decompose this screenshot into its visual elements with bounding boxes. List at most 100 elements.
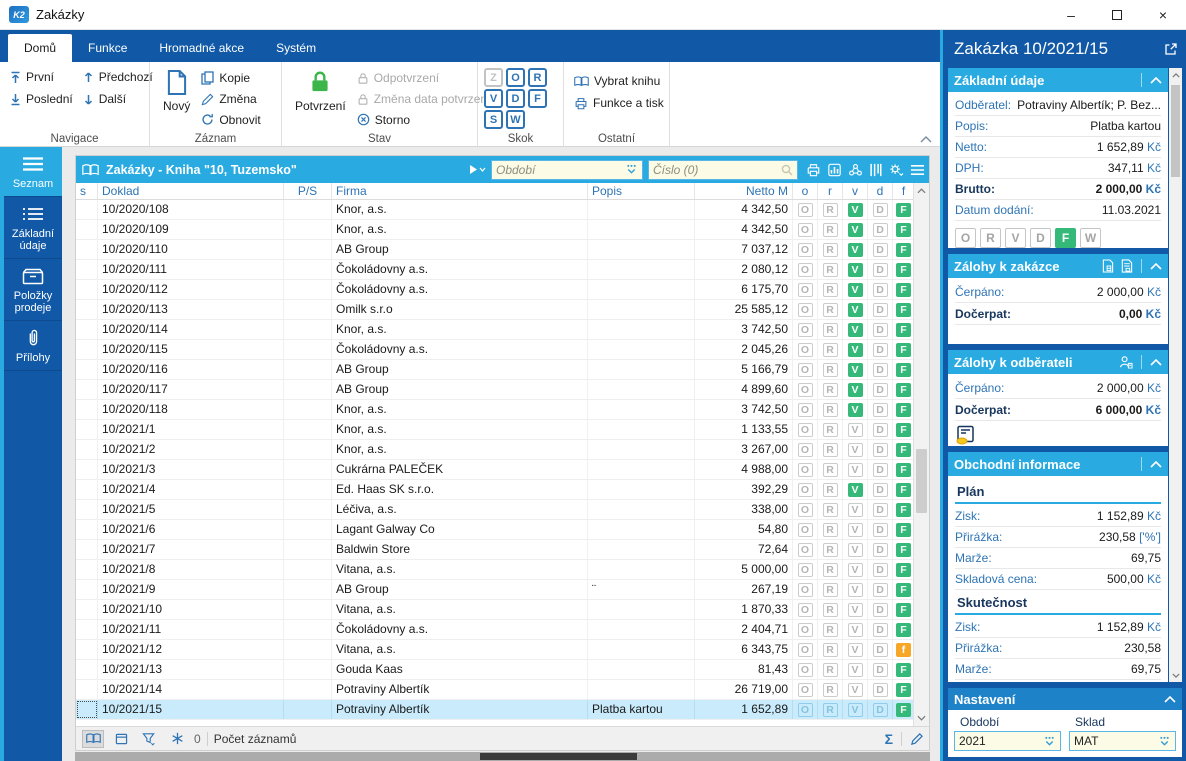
- jump-w-button[interactable]: W: [506, 110, 525, 129]
- column-header-f[interactable]: f: [893, 183, 915, 199]
- jump-d-button[interactable]: D: [506, 89, 525, 108]
- external-link-icon[interactable]: [1164, 42, 1178, 56]
- book-view-toggle[interactable]: [82, 730, 104, 748]
- settings-icon[interactable]: [888, 163, 904, 177]
- table-row[interactable]: 10/2021/4 Ed. Haas SK s.r.o. 392,29 O R …: [76, 480, 929, 500]
- person-icon[interactable]: [1119, 355, 1133, 369]
- table-row[interactable]: 10/2021/11 Čokoládovny a.s. 2 404,71 O R…: [76, 620, 929, 640]
- workflow-icon[interactable]: [848, 163, 863, 177]
- change-button[interactable]: Změna: [197, 89, 264, 110]
- filter-icon[interactable]: [138, 730, 160, 748]
- jump-o-button[interactable]: O: [506, 68, 525, 87]
- sidebar-item-polozky-prodeje[interactable]: Položky prodeje: [4, 259, 62, 321]
- copy-button[interactable]: Kopie: [197, 68, 264, 89]
- select-book-button[interactable]: Vybrat knihu: [570, 70, 663, 92]
- number-search-combo[interactable]: [648, 160, 798, 180]
- table-vertical-scrollbar[interactable]: [913, 183, 929, 726]
- section-header[interactable]: Základní údaje: [948, 68, 1168, 92]
- ribbon-collapse-button[interactable]: [920, 136, 932, 143]
- scroll-up-icon[interactable]: [914, 183, 929, 199]
- table-row[interactable]: 10/2021/13 Gouda Kaas 81,43 O R V D F: [76, 660, 929, 680]
- sidebar-item-zakladni-udaje[interactable]: Základní údaje: [4, 197, 62, 259]
- section-header[interactable]: Zálohy k zakázce: [948, 254, 1168, 278]
- column-header-popis[interactable]: Popis: [588, 183, 695, 199]
- table-row[interactable]: 10/2021/1 Knor, a.s. 1 133,55 O R V D F: [76, 420, 929, 440]
- next-button[interactable]: Další: [79, 88, 157, 110]
- table-row[interactable]: 10/2021/6 Lagant Galway Co 54,80 O R V D…: [76, 520, 929, 540]
- last-button[interactable]: Poslední: [6, 88, 77, 110]
- sidebar-item-seznam[interactable]: Seznam: [4, 147, 62, 197]
- table-row[interactable]: 10/2021/14 Potraviny Albertík 26 719,00 …: [76, 680, 929, 700]
- table-row[interactable]: 10/2020/109 Knor, a.s. 4 342,50 O R V D …: [76, 220, 929, 240]
- dropdown-icon[interactable]: [625, 164, 638, 175]
- column-header-r[interactable]: r: [818, 183, 843, 199]
- period-filter-combo[interactable]: [491, 160, 643, 180]
- functions-print-button[interactable]: Funkce a tisk: [570, 92, 663, 114]
- table-row[interactable]: 10/2021/15 Potraviny Albertík Platba kar…: [76, 700, 929, 720]
- column-header-firma[interactable]: Firma: [332, 183, 588, 199]
- maximize-button[interactable]: [1094, 0, 1140, 29]
- run-filter-icon[interactable]: [469, 164, 486, 175]
- detail-toggle-icon[interactable]: [110, 730, 132, 748]
- collapse-icon[interactable]: [1164, 696, 1176, 703]
- table-row[interactable]: 10/2020/111 Čokoládovny a.s. 2 080,12 O …: [76, 260, 929, 280]
- section-header[interactable]: Nastavení: [948, 688, 1182, 710]
- section-header[interactable]: Obchodní informace: [948, 452, 1168, 476]
- number-search-input[interactable]: [653, 163, 778, 177]
- note-coin-icon[interactable]: [955, 421, 1161, 446]
- column-header-s[interactable]: s: [76, 183, 98, 199]
- first-button[interactable]: První: [6, 66, 77, 88]
- previous-button[interactable]: Předchozí: [79, 66, 157, 88]
- period-filter-input[interactable]: [496, 163, 622, 177]
- tab-hromadne-akce[interactable]: Hromadné akce: [143, 34, 260, 62]
- sum-icon[interactable]: Σ: [885, 731, 893, 747]
- collapse-icon[interactable]: [1150, 263, 1162, 270]
- scroll-down-icon[interactable]: [914, 710, 929, 726]
- tab-system[interactable]: Systém: [260, 34, 332, 62]
- printer-icon[interactable]: [806, 163, 821, 177]
- jump-s-button[interactable]: S: [484, 110, 503, 129]
- scroll-down-icon[interactable]: [1169, 668, 1182, 682]
- columns-icon[interactable]: [869, 163, 882, 177]
- table-row[interactable]: 10/2020/116 AB Group 5 166,79 O R V D F: [76, 360, 929, 380]
- table-row[interactable]: 10/2021/2 Knor, a.s. 3 267,00 O R V D F: [76, 440, 929, 460]
- stock-select[interactable]: [1069, 731, 1176, 751]
- column-header-d[interactable]: d: [868, 183, 893, 199]
- minimize-button[interactable]: –: [1048, 0, 1094, 29]
- period-select[interactable]: [954, 731, 1061, 751]
- document-icon[interactable]: [1102, 259, 1114, 273]
- tab-funkce[interactable]: Funkce: [72, 34, 143, 62]
- collapse-icon[interactable]: [1150, 359, 1162, 366]
- chart-icon[interactable]: [827, 163, 842, 177]
- table-row[interactable]: 10/2021/9 AB Group ¨ 267,19 O R V D F: [76, 580, 929, 600]
- documents-icon[interactable]: [1120, 259, 1133, 273]
- tab-domu[interactable]: Domů: [8, 34, 72, 62]
- jump-r-button[interactable]: R: [528, 68, 547, 87]
- refresh-button[interactable]: Obnovit: [197, 109, 264, 130]
- table-row[interactable]: 10/2020/113 Omilk s.r.o 25 585,12 O R V …: [76, 300, 929, 320]
- period-value[interactable]: [959, 734, 1043, 748]
- storno-button[interactable]: Storno: [353, 109, 495, 130]
- record-count-label[interactable]: Počet záznamů: [214, 732, 297, 746]
- scroll-up-icon[interactable]: [1169, 68, 1182, 82]
- column-header-netto[interactable]: Netto M: [695, 183, 793, 199]
- scroll-thumb[interactable]: [1171, 85, 1180, 177]
- sidebar-item-prilohy[interactable]: Přílohy: [4, 321, 62, 371]
- table-row[interactable]: 10/2021/5 Léčiva, a.s. 338,00 O R V D F: [76, 500, 929, 520]
- collapse-icon[interactable]: [1150, 461, 1162, 468]
- table-row[interactable]: 10/2020/118 Knor, a.s. 3 742,50 O R V D …: [76, 400, 929, 420]
- jump-v-button[interactable]: V: [484, 89, 503, 108]
- dropdown-icon[interactable]: [1043, 736, 1056, 747]
- column-header-doklad[interactable]: Doklad: [98, 183, 284, 199]
- collapse-icon[interactable]: [1150, 77, 1162, 84]
- new-button[interactable]: Nový: [156, 66, 197, 130]
- table-row[interactable]: 10/2021/10 Vitana, a.s. 1 870,33 O R V D…: [76, 600, 929, 620]
- table-row[interactable]: 10/2021/8 Vitana, a.s. 5 000,00 O R V D …: [76, 560, 929, 580]
- close-button[interactable]: ×: [1140, 0, 1186, 29]
- table-row[interactable]: 10/2021/3 Cukrárna PALEČEK 4 988,00 O R …: [76, 460, 929, 480]
- table-row[interactable]: 10/2020/112 Čokoládovny a.s. 6 175,70 O …: [76, 280, 929, 300]
- snowflake-icon[interactable]: [166, 730, 188, 748]
- menu-icon[interactable]: [910, 164, 925, 176]
- column-header-v[interactable]: v: [843, 183, 868, 199]
- table-row[interactable]: 10/2020/115 Čokoládovny a.s. 2 045,26 O …: [76, 340, 929, 360]
